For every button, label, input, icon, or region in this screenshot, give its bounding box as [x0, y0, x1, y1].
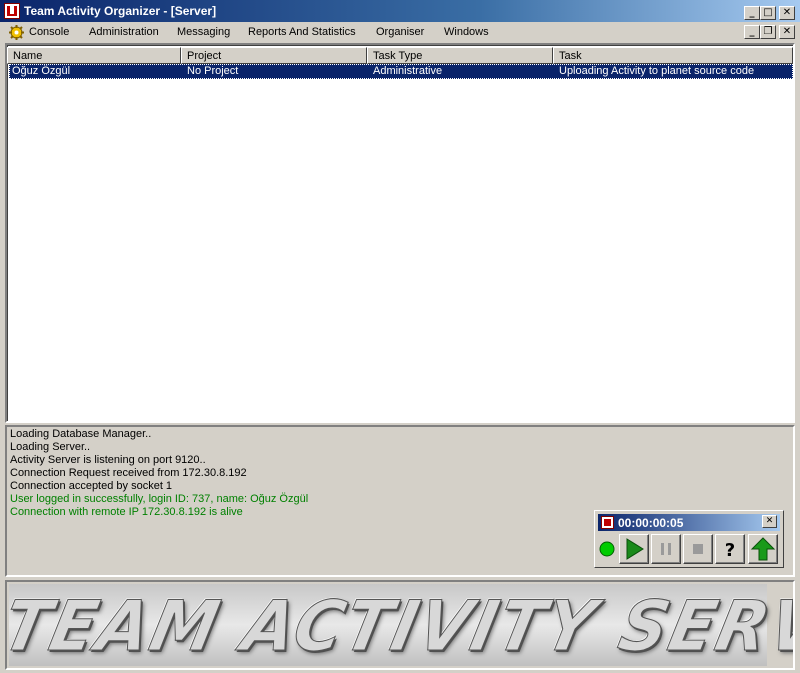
menu-organiser[interactable]: Organiser — [376, 26, 424, 38]
help-button[interactable]: ? — [715, 534, 745, 564]
column-header-project[interactable]: Project — [181, 47, 367, 64]
app-icon[interactable] — [4, 3, 20, 19]
timer-display: 00:00:00:05 — [618, 516, 684, 530]
column-header-task-type[interactable]: Task Type — [367, 47, 553, 64]
timer-title-bar[interactable]: 00:00:00:05 ✕ — [598, 514, 780, 531]
timer-window: 00:00:00:05 ✕ ? — [594, 510, 784, 568]
menu-console[interactable]: Console — [29, 26, 69, 38]
menu-messaging[interactable]: Messaging — [177, 26, 230, 38]
log-line: Connection accepted by socket 1 — [10, 480, 173, 492]
menu-windows[interactable]: Windows — [444, 26, 489, 38]
logo-banner: TEAM ACTIVITY SERVER V1.0 — [5, 580, 795, 670]
cell-task: Uploading Activity to planet source code — [559, 65, 755, 77]
timer-close-button[interactable]: ✕ — [762, 515, 777, 528]
cell-name: Oğuz Özgül — [12, 65, 71, 77]
banner-title: TEAM ACTIVITY SERVER V1.0 — [5, 585, 795, 667]
minimize-button[interactable]: _ — [744, 6, 760, 20]
status-indicator-icon — [599, 541, 615, 557]
title-bar[interactable]: Team Activity Organizer - [Server] — [0, 0, 800, 22]
log-line-success: Connection with remote IP 172.30.8.192 i… — [10, 506, 243, 518]
log-line: Loading Database Manager.. — [10, 428, 152, 440]
menu-administration[interactable]: Administration — [89, 26, 159, 38]
table-row[interactable]: Oğuz Özgül No Project Administrative Upl… — [9, 64, 793, 79]
stop-icon — [693, 544, 703, 554]
column-header-task[interactable]: Task — [553, 47, 793, 64]
column-header-name[interactable]: Name — [7, 47, 181, 64]
mdi-close-button[interactable]: ✕ — [779, 25, 795, 39]
log-line: Connection Request received from 172.30.… — [10, 467, 247, 479]
play-icon — [626, 538, 644, 560]
mdi-restore-button[interactable]: ❐ — [760, 25, 776, 39]
close-button[interactable]: ✕ — [779, 6, 795, 20]
app-icon — [601, 516, 614, 529]
menu-bar: Console Administration Messaging Reports… — [0, 22, 800, 42]
activity-list[interactable]: Name Project Task Type Task Oğuz Özgül N… — [5, 43, 795, 423]
log-line: Loading Server.. — [10, 441, 91, 453]
svg-text:?: ? — [725, 540, 735, 561]
upload-button[interactable] — [748, 534, 778, 564]
mdi-minimize-button[interactable]: _ — [744, 25, 760, 39]
gear-icon[interactable] — [9, 25, 24, 40]
menu-reports-and-statistics[interactable]: Reports And Statistics — [248, 26, 356, 38]
pause-icon — [661, 543, 671, 555]
stop-button[interactable] — [683, 534, 713, 564]
start-button[interactable] — [619, 534, 649, 564]
up-arrow-icon — [750, 537, 776, 561]
banner-background: TEAM ACTIVITY SERVER V1.0 — [7, 584, 793, 667]
window-title: Team Activity Organizer - [Server] — [24, 4, 217, 18]
pause-button[interactable] — [651, 534, 681, 564]
log-line-success: User logged in successfully, login ID: 7… — [10, 493, 309, 505]
maximize-button[interactable]: □ — [760, 6, 776, 20]
cell-project: No Project — [187, 65, 239, 77]
cell-task-type: Administrative — [373, 65, 443, 77]
help-icon: ? — [725, 540, 735, 561]
log-line: Activity Server is listening on port 912… — [10, 454, 206, 466]
